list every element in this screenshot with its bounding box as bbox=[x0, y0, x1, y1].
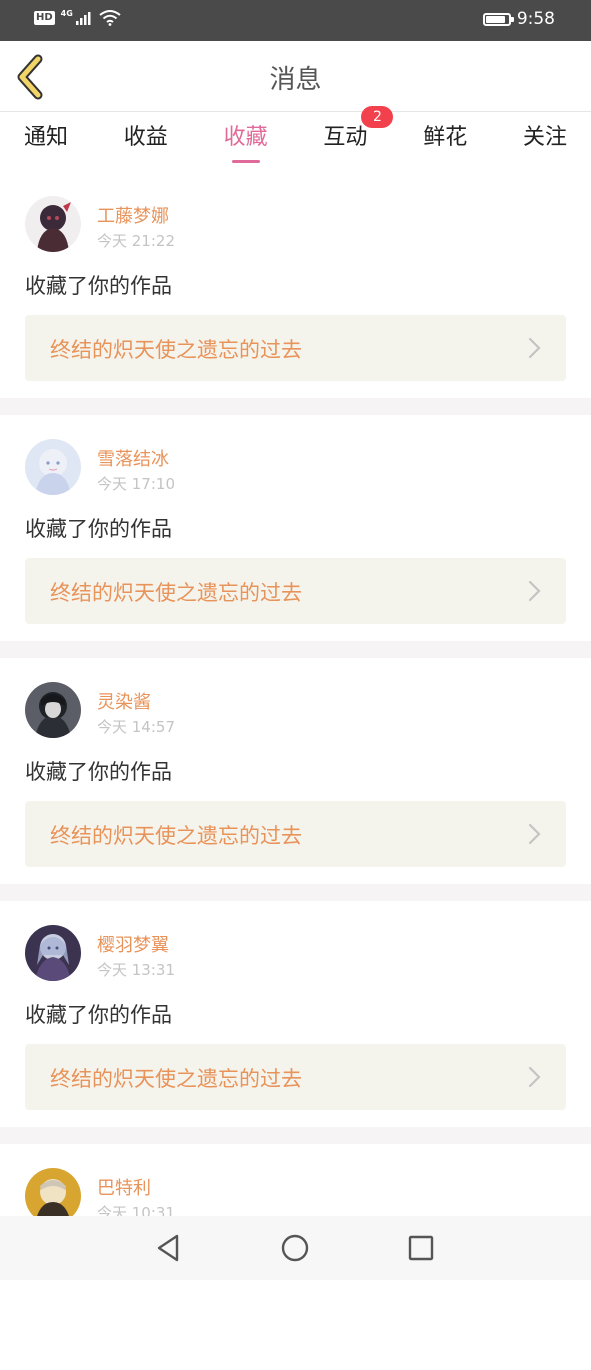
tab-label: 收益 bbox=[123, 125, 168, 150]
message-card: 雪落结冰 今天 17:10 收藏了你的作品 终结的炽天使之遗忘的过去 bbox=[0, 415, 591, 641]
username[interactable]: 雪落结冰 bbox=[97, 445, 169, 471]
timestamp: 今天 14:57 bbox=[97, 718, 175, 736]
work-link[interactable]: 终结的炽天使之遗忘的过去 bbox=[25, 1044, 566, 1110]
nav-back-button[interactable] bbox=[153, 1232, 185, 1264]
wifi-icon bbox=[99, 10, 121, 26]
divider bbox=[0, 641, 591, 658]
avatar-image bbox=[25, 682, 81, 738]
circle-home-icon bbox=[281, 1234, 309, 1262]
timestamp: 今天 17:10 bbox=[97, 475, 175, 493]
action-text: 收藏了你的作品 bbox=[25, 274, 172, 298]
message-card: 工藤梦娜 今天 21:22 收藏了你的作品 终结的炽天使之遗忘的过去 bbox=[0, 172, 591, 398]
status-left: HD 4G bbox=[34, 8, 121, 26]
work-title: 终结的炽天使之遗忘的过去 bbox=[50, 824, 302, 848]
tab-label: 互动 bbox=[323, 125, 368, 150]
chevron-right-icon bbox=[528, 580, 541, 602]
tab-label: 收藏 bbox=[223, 125, 268, 150]
tab-bar: 通知 收益 收藏 互动 2 鲜花 关注 bbox=[0, 106, 591, 172]
work-link[interactable]: 终结的炽天使之遗忘的过去 bbox=[25, 315, 566, 381]
tab-interactions[interactable]: 互动 2 bbox=[323, 106, 394, 172]
message-card: 灵染酱 今天 14:57 收藏了你的作品 终结的炽天使之遗忘的过去 bbox=[0, 658, 591, 884]
divider bbox=[0, 1127, 591, 1144]
avatar[interactable] bbox=[25, 439, 81, 495]
avatar-image bbox=[25, 196, 81, 252]
avatar[interactable] bbox=[25, 196, 81, 252]
avatar[interactable] bbox=[25, 925, 81, 981]
username[interactable]: 樱羽梦翼 bbox=[97, 931, 169, 957]
tab-following[interactable]: 关注 bbox=[523, 112, 567, 172]
work-title: 终结的炽天使之遗忘的过去 bbox=[50, 1067, 302, 1091]
chevron-right-icon bbox=[528, 1066, 541, 1088]
username[interactable]: 巴特利 bbox=[97, 1174, 151, 1200]
avatar-image bbox=[25, 925, 81, 981]
work-link[interactable]: 终结的炽天使之遗忘的过去 bbox=[25, 558, 566, 624]
chevron-right-icon bbox=[528, 823, 541, 845]
divider bbox=[0, 398, 591, 415]
username[interactable]: 灵染酱 bbox=[97, 688, 151, 714]
timestamp: 今天 13:31 bbox=[97, 961, 175, 979]
work-title: 终结的炽天使之遗忘的过去 bbox=[50, 581, 302, 605]
message-card: 樱羽梦翼 今天 13:31 收藏了你的作品 终结的炽天使之遗忘的过去 bbox=[0, 901, 591, 1127]
signal-icon bbox=[75, 12, 91, 25]
nav-recents-button[interactable] bbox=[405, 1232, 437, 1264]
app-header: 消息 bbox=[0, 41, 591, 112]
network-type: 4G bbox=[60, 8, 73, 18]
nav-home-button[interactable] bbox=[279, 1232, 311, 1264]
timestamp: 今天 21:22 bbox=[97, 232, 175, 250]
avatar-image bbox=[25, 439, 81, 495]
page-title: 消息 bbox=[269, 65, 322, 95]
tab-flowers[interactable]: 鲜花 bbox=[423, 112, 467, 172]
status-bar: HD 4G 9:58 bbox=[0, 0, 591, 41]
work-link[interactable]: 终结的炽天使之遗忘的过去 bbox=[25, 801, 566, 867]
tab-label: 通知 bbox=[24, 125, 69, 150]
tab-earnings[interactable]: 收益 bbox=[124, 112, 168, 172]
divider bbox=[0, 884, 591, 901]
action-text: 收藏了你的作品 bbox=[25, 760, 172, 784]
status-right: 9:58 bbox=[482, 9, 555, 29]
square-recents-icon bbox=[408, 1235, 434, 1261]
message-list: 工藤梦娜 今天 21:22 收藏了你的作品 终结的炽天使之遗忘的过去 雪落结冰 … bbox=[0, 172, 591, 1370]
active-tab-indicator bbox=[231, 160, 260, 163]
tab-label: 关注 bbox=[522, 125, 567, 150]
chevron-right-icon bbox=[528, 337, 541, 359]
avatar[interactable] bbox=[25, 682, 81, 738]
tab-label: 鲜花 bbox=[423, 125, 468, 150]
tab-notifications[interactable]: 通知 bbox=[24, 112, 68, 172]
unread-badge: 2 bbox=[361, 106, 394, 128]
battery-icon bbox=[482, 12, 514, 26]
hd-badge: HD bbox=[34, 11, 55, 25]
system-nav-bar bbox=[0, 1216, 591, 1280]
battery-level bbox=[485, 15, 506, 23]
tab-favorites[interactable]: 收藏 bbox=[224, 112, 268, 172]
status-time: 9:58 bbox=[516, 9, 555, 29]
action-text: 收藏了你的作品 bbox=[25, 1003, 172, 1027]
triangle-back-icon bbox=[157, 1234, 179, 1262]
action-text: 收藏了你的作品 bbox=[25, 517, 172, 541]
work-title: 终结的炽天使之遗忘的过去 bbox=[50, 338, 302, 362]
username[interactable]: 工藤梦娜 bbox=[97, 202, 169, 228]
